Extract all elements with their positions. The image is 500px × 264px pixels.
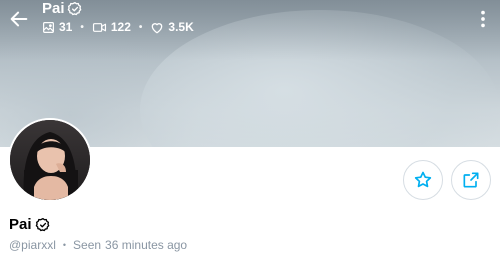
photos-count: 31 [59,20,73,34]
photos-stat: 31 [42,20,72,34]
profile-meta: @piarxxl • Seen 36 minutes ago [9,238,187,252]
likes-stat: 3.5K [150,20,194,34]
star-icon [414,171,432,188]
verified-check-icon [35,217,49,231]
header-name-row: Pai [42,0,83,17]
favorite-button[interactable] [403,160,443,200]
arrow-left-icon [10,11,28,27]
videos-count: 122 [110,20,131,34]
video-icon [92,22,106,32]
more-vertical-icon [481,10,485,28]
share-icon [463,172,479,188]
top-bar: Pai 31 • 122 • 3.5K [0,0,500,44]
likes-count: 3.5K [168,20,194,34]
meta-separator: • [62,240,67,250]
seen-time: 36 minutes ago [105,238,188,252]
avatar[interactable] [8,118,92,202]
username: @piarxxl [9,238,56,252]
header-name: Pai [42,0,65,17]
back-button[interactable] [8,8,30,30]
videos-stat: 122 [92,20,131,34]
header-stats: 31 • 122 • 3.5K [42,20,194,34]
profile-name: Pai [9,216,32,233]
verified-check-icon [67,1,81,15]
stat-separator: • [138,21,143,33]
more-options-button[interactable] [472,8,494,30]
heart-icon [152,22,163,33]
image-icon [43,21,54,33]
share-button[interactable] [451,160,491,200]
profile-name-row: Pai [9,216,51,233]
seen-label: Seen [73,238,102,252]
stat-separator: • [80,21,84,33]
